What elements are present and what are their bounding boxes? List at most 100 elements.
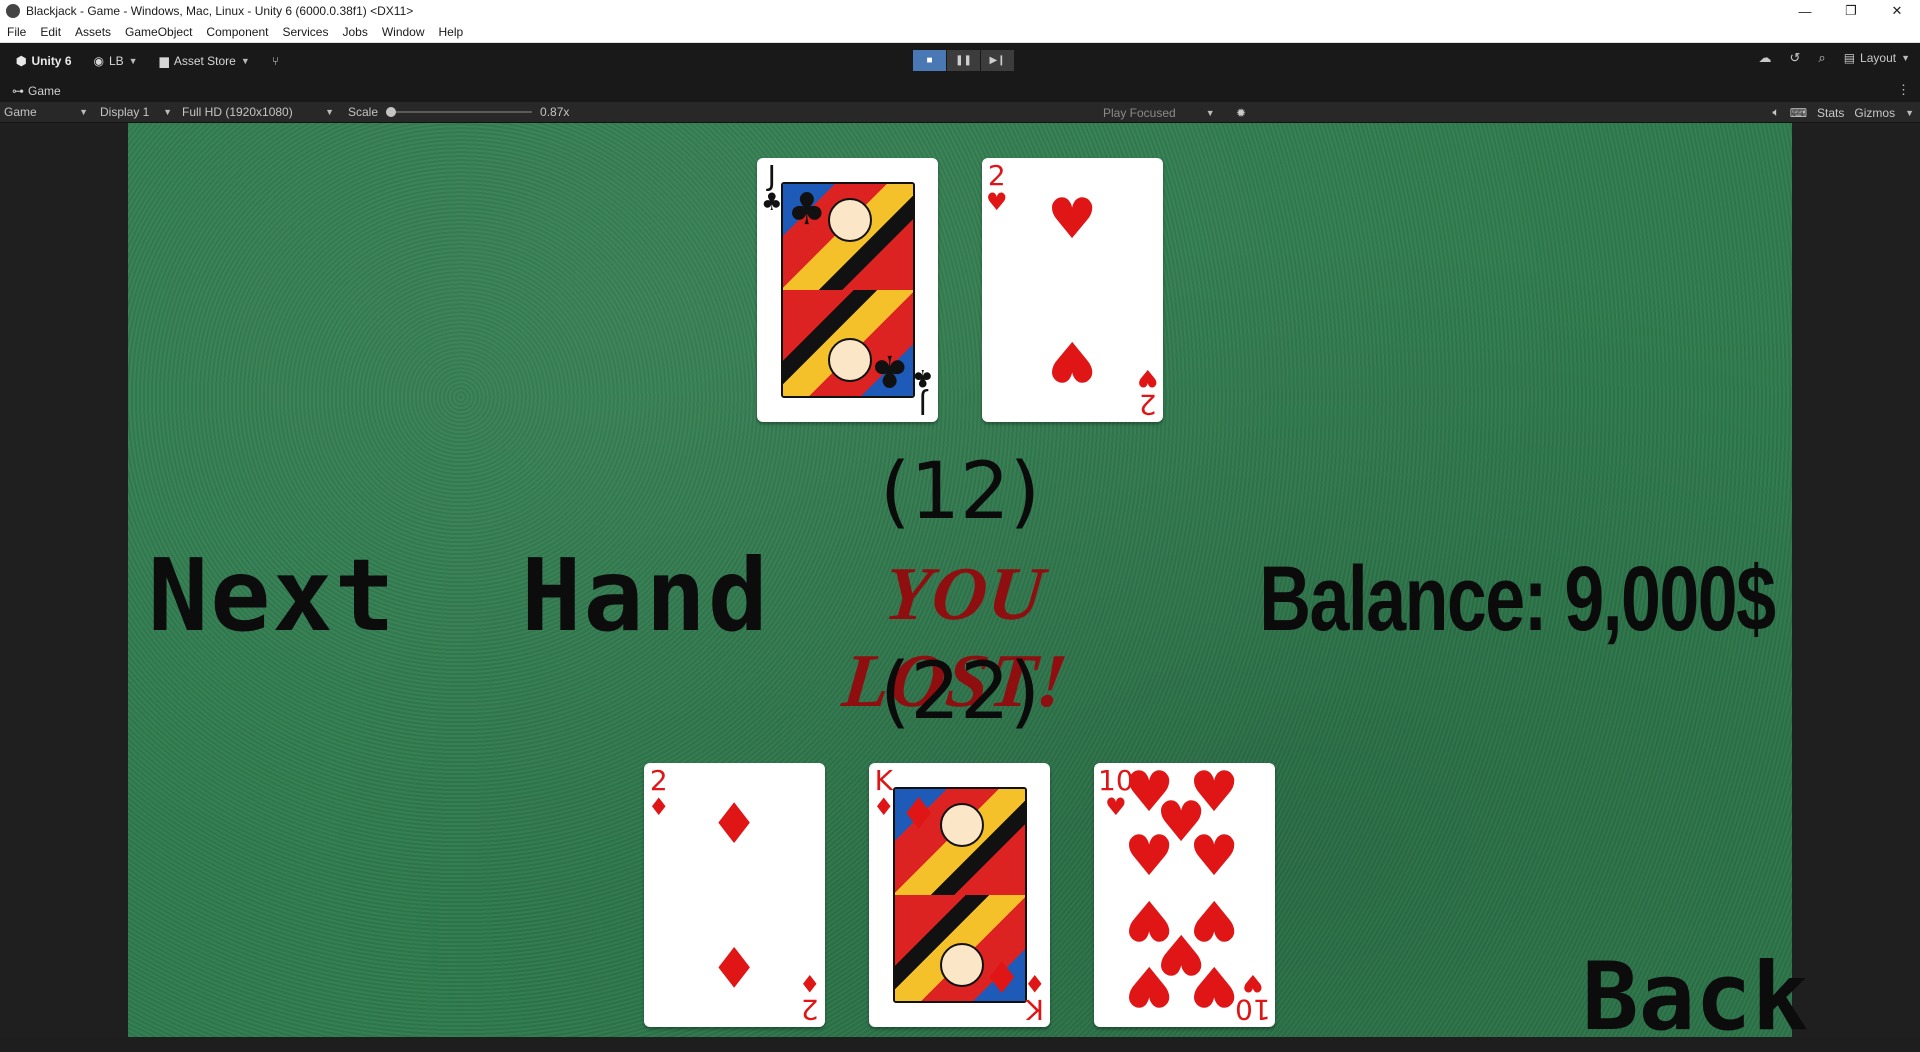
maximize-button[interactable]: ❐: [1828, 0, 1874, 22]
unity-app-icon: [6, 4, 20, 18]
unity-version-label: Unity 6: [31, 54, 72, 68]
asset-store-dropdown[interactable]: ▆ Asset Store ▼: [154, 50, 256, 72]
king-face-art: ♦ ♦: [893, 787, 1027, 1003]
menu-edit[interactable]: Edit: [33, 25, 68, 39]
audio-mute-icon[interactable]: 🔈︎: [1773, 105, 1780, 120]
shopping-bag-icon: ▆: [159, 54, 169, 68]
card-corner: J ♣: [912, 364, 934, 421]
play-button[interactable]: ■: [913, 50, 946, 71]
bug-icon[interactable]: ✹: [1236, 106, 1246, 120]
resolution-select[interactable]: Full HD (1920x1080) ▼: [178, 102, 338, 123]
pause-icon: ❚❚: [955, 55, 972, 66]
step-button[interactable]: ▶❙: [981, 50, 1014, 71]
menu-gameobject[interactable]: GameObject: [118, 25, 199, 39]
next-hand-button[interactable]: Next Hand: [148, 537, 770, 654]
chevron-down-icon: ▼: [1901, 53, 1910, 63]
chevron-down-icon[interactable]: ▼: [1905, 108, 1914, 118]
tab-game[interactable]: ⊶ Game: [10, 79, 63, 102]
game-view-toolbar-right: ✹ 🔈︎ ⌨ Stats Gizmos ▼: [1236, 102, 1914, 123]
game-tab-row: ⊶ Game ⋮: [0, 79, 1920, 102]
view-select[interactable]: Game ▼: [0, 102, 92, 123]
search-icon[interactable]: ⌕: [1818, 50, 1825, 66]
account-label: LB: [108, 54, 124, 68]
player-card-3: 10 ♥ ♥ ♥ ♥ ♥ ♥ ♥ ♥ ♥ ♥ ♥ 10 ♥: [1094, 763, 1275, 1027]
gamepad-icon: ⊶: [12, 83, 24, 98]
stats-button[interactable]: Stats: [1817, 106, 1844, 120]
title-bar: Blackjack - Game - Windows, Mac, Linux -…: [0, 0, 1920, 22]
play-focused-dropdown[interactable]: Play Focused ▼: [1103, 102, 1215, 123]
scale-slider-handle[interactable]: [386, 107, 397, 117]
more-options-icon[interactable]: ⋮: [1897, 82, 1910, 98]
jack-face-art: ♣ ♣: [781, 182, 915, 398]
menu-assets[interactable]: Assets: [68, 25, 118, 39]
gizmos-button[interactable]: Gizmos: [1854, 106, 1895, 120]
card-pip: ♥: [1189, 824, 1240, 889]
dealer-total: (12): [879, 447, 1041, 537]
menu-component[interactable]: Component: [199, 25, 275, 39]
branch-icon: ⑂: [271, 54, 279, 68]
card-pip: ♥: [1047, 328, 1098, 393]
resolution-select-value: Full HD (1920x1080): [182, 105, 293, 119]
card-corner: J ♣: [761, 159, 783, 216]
account-dropdown[interactable]: ◉ LB ▼: [88, 50, 144, 72]
unity-logo-icon: ⬢: [16, 54, 27, 68]
card-corner: K ♦: [1024, 969, 1046, 1026]
chevron-down-icon: ▼: [163, 107, 172, 117]
chevron-down-icon: ▼: [128, 56, 138, 66]
view-select-value: Game: [4, 105, 37, 119]
card-corner: 2 ♦: [799, 969, 821, 1026]
close-button[interactable]: ✕: [1874, 0, 1920, 22]
card-pip: ♥: [1124, 953, 1175, 1018]
card-pip: ♦: [709, 933, 760, 998]
card-corner: 2 ♥: [986, 159, 1008, 216]
menu-window[interactable]: Window: [375, 25, 432, 39]
menu-file[interactable]: File: [0, 25, 33, 39]
cloud-icon[interactable]: ☁: [1759, 50, 1772, 66]
card-pip: ♥: [1189, 953, 1240, 1018]
window-title: Blackjack - Game - Windows, Mac, Linux -…: [26, 4, 414, 18]
version-control-button[interactable]: ⑂: [266, 50, 285, 72]
step-icon: ▶❙: [989, 55, 1006, 66]
chevron-down-icon: ▼: [325, 107, 334, 117]
menu-jobs[interactable]: Jobs: [335, 25, 374, 39]
tab-game-label: Game: [28, 83, 61, 98]
card-corner: 2 ♦: [648, 764, 670, 821]
card-pip: ♥: [1047, 187, 1098, 252]
dealer-card-2: 2 ♥ ♥ ♥ 2 ♥: [982, 158, 1163, 422]
display-select[interactable]: Display 1 ▼: [96, 102, 176, 123]
scale-slider[interactable]: [386, 107, 533, 117]
asset-store-label: Asset Store: [173, 54, 236, 68]
card-corner: 2 ♥: [1137, 364, 1159, 421]
player-card-2: K ♦ ♦ ♦ K ♦: [869, 763, 1050, 1027]
toolbar-right: ☁ ↺ ⌕ ▤ Layout ▼: [1759, 50, 1910, 66]
window-controls: — ❐ ✕: [1782, 0, 1920, 22]
card-corner: K ♦: [873, 764, 895, 821]
chevron-down-icon: ▼: [79, 107, 88, 117]
history-icon[interactable]: ↺: [1790, 50, 1801, 66]
pause-button[interactable]: ❚❚: [947, 50, 980, 71]
chevron-down-icon: ▼: [1205, 107, 1215, 118]
keyboard-icon[interactable]: ⌨: [1790, 106, 1807, 120]
player-total: (22): [879, 647, 1041, 737]
layout-label: Layout: [1860, 51, 1897, 65]
dealer-card-1: J ♣ ♣ ♣ J ♣: [757, 158, 938, 422]
player-card-1: 2 ♦ ♦ ♦ 2 ♦: [644, 763, 825, 1027]
balance-display: Balance: 9,000$: [1258, 548, 1776, 650]
play-focused-label: Play Focused: [1103, 105, 1176, 120]
main-toolbar: ⬢ Unity 6 ◉ LB ▼ ▆ Asset Store ▼ ⑂ ■ ❚❚ …: [0, 43, 1920, 79]
game-view-toolbar: Game ▼ Display 1 ▼ Full HD (1920x1080) ▼…: [0, 102, 1920, 123]
scale-label: Scale: [348, 105, 379, 119]
layout-dropdown[interactable]: ▤ Layout ▼: [1844, 51, 1910, 65]
game-viewport: J ♣ ♣ ♣ J ♣ 2 ♥ ♥ ♥ 2 ♥ (12) YOU LOST! (22) …: [0, 123, 1920, 1052]
scale-control: Scale 0.87x: [348, 105, 569, 119]
card-corner: 10 ♥: [1235, 969, 1271, 1026]
card-pip: ♥: [1124, 824, 1175, 889]
layout-icon: ▤: [1843, 51, 1856, 65]
display-select-value: Display 1: [100, 105, 150, 119]
menu-services[interactable]: Services: [275, 25, 335, 39]
minimize-button[interactable]: —: [1782, 0, 1828, 22]
account-icon: ◉: [93, 54, 104, 68]
menu-help[interactable]: Help: [432, 25, 471, 39]
back-button[interactable]: Back: [1582, 943, 1808, 1052]
unity-version-button[interactable]: ⬢ Unity 6: [10, 50, 78, 72]
